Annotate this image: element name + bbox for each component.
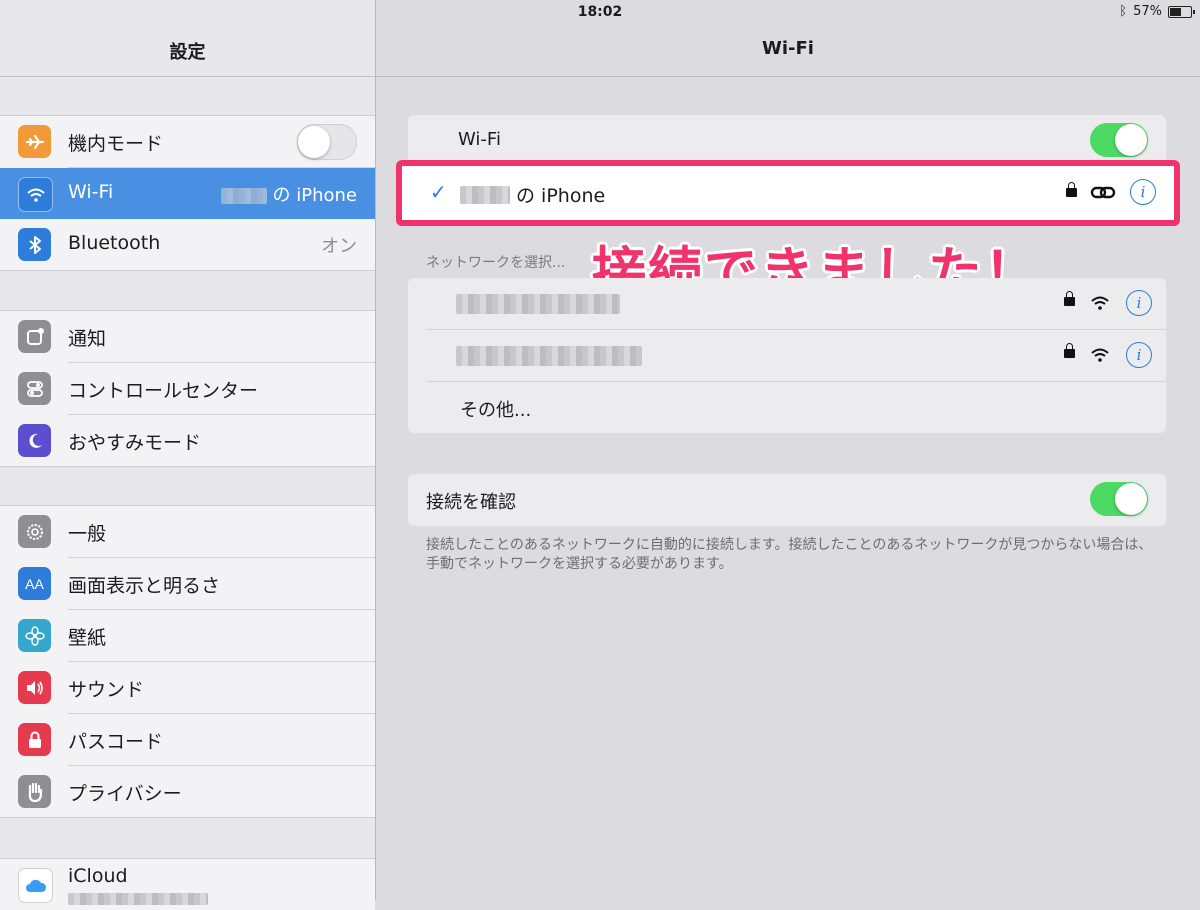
connected-network-info-button[interactable]: i xyxy=(1130,179,1156,205)
ask-to-join-label: 接続を確認 xyxy=(426,492,516,513)
notifications-icon xyxy=(18,320,51,353)
sidebar-item-label: パスコード xyxy=(68,731,164,753)
ask-to-join-card: 接続を確認 xyxy=(408,474,1166,526)
network-info-button[interactable]: i xyxy=(1126,342,1152,368)
redacted-name xyxy=(220,188,267,204)
page-title: Wi-Fi xyxy=(762,38,814,59)
sidebar-group-notifications: 通知 コントロールセンター おやすみモード xyxy=(0,310,375,467)
choose-network-caption: ネットワークを選択... xyxy=(426,255,566,271)
wifi-icon xyxy=(18,177,53,212)
sidebar-item-label: 通知 xyxy=(68,328,107,350)
sound-icon xyxy=(18,671,51,704)
airplane-icon xyxy=(18,125,51,158)
sidebar-group-connectivity: 機内モード Wi-Fi の iPhone Bluetooth オン xyxy=(0,115,375,271)
sidebar-title: 設定 xyxy=(169,42,206,63)
sidebar-item-icloud[interactable]: iCloud xyxy=(18,859,375,910)
sidebar-item-label: プライバシー xyxy=(68,783,182,805)
sidebar-item-bluetooth[interactable]: Bluetooth オン xyxy=(18,219,375,270)
other-network-row[interactable]: その他... xyxy=(426,382,1166,433)
bluetooth-icon xyxy=(18,228,51,261)
sidebar-item-label: サウンド xyxy=(68,679,145,701)
lock-icon xyxy=(18,723,51,756)
sidebar-item-label: コントロールセンター xyxy=(68,380,259,402)
display-icon: AA xyxy=(18,567,51,600)
sidebar-item-notifications[interactable]: 通知 xyxy=(18,311,375,363)
wifi-network-value: の iPhone xyxy=(220,181,357,207)
network-row[interactable]: i xyxy=(426,278,1166,330)
sidebar-item-wallpaper[interactable]: 壁紙 xyxy=(18,610,375,662)
network-list-card: i i その他... xyxy=(408,278,1166,433)
moon-icon xyxy=(18,424,51,457)
wifi-toggle[interactable] xyxy=(1090,123,1148,157)
ask-to-join-description: 接続したことのあるネットワークに自動的に接続します。接続したことのあるネットワー… xyxy=(426,537,1153,572)
sidebar-item-label: iCloud xyxy=(68,865,128,887)
sidebar-item-do-not-disturb[interactable]: おやすみモード xyxy=(18,415,375,466)
sidebar-item-control-center[interactable]: コントロールセンター xyxy=(18,363,375,415)
connected-network-label: の iPhone xyxy=(460,181,605,208)
connected-network-row[interactable]: ✓ の iPhone i xyxy=(396,160,1180,226)
gear-icon xyxy=(18,515,51,548)
other-network-label: その他... xyxy=(460,400,532,421)
sidebar-item-airplane-mode[interactable]: 機内モード xyxy=(18,116,375,168)
ask-to-join-row: 接続を確認 xyxy=(426,474,1166,525)
sidebar-header: 設定 xyxy=(0,26,375,77)
redacted-account xyxy=(68,893,208,905)
hand-icon xyxy=(18,775,51,808)
sidebar-item-display[interactable]: AA 画面表示と明るさ xyxy=(18,558,375,610)
sidebar-group-icloud: iCloud xyxy=(0,858,375,910)
wifi-toggle-row: Wi-Fi xyxy=(426,115,1166,166)
sidebar-item-passcode[interactable]: パスコード xyxy=(18,714,375,766)
wifi-toggle-label: Wi-Fi xyxy=(458,129,501,150)
sidebar-item-label: おやすみモード xyxy=(68,432,202,454)
airplane-mode-toggle[interactable] xyxy=(297,124,357,160)
redacted-name xyxy=(460,185,510,204)
lock-icon xyxy=(1064,291,1075,306)
settings-sidebar: 設定 機内モード Wi-Fi の iPhone Bluetooth オン 通知 … xyxy=(0,0,376,910)
ask-to-join-toggle[interactable] xyxy=(1090,482,1148,516)
checkmark-icon: ✓ xyxy=(430,180,447,204)
sidebar-item-privacy[interactable]: プライバシー xyxy=(18,766,375,817)
bluetooth-value: オン xyxy=(321,236,357,257)
control-center-icon xyxy=(18,372,51,405)
sidebar-item-general[interactable]: 一般 xyxy=(18,506,375,558)
sidebar-item-label: Wi-Fi xyxy=(68,181,114,203)
sidebar-item-label: 壁紙 xyxy=(68,627,107,649)
sidebar-item-label: Bluetooth xyxy=(68,232,161,254)
sidebar-item-label: 一般 xyxy=(68,523,107,545)
wifi-signal-icon xyxy=(1091,348,1109,362)
lock-icon xyxy=(1066,182,1077,197)
wallpaper-icon xyxy=(18,619,51,652)
network-row[interactable]: i xyxy=(426,330,1166,382)
wifi-signal-icon xyxy=(1091,296,1109,310)
redacted-network-name xyxy=(456,346,642,366)
wifi-settings-panel: Wi-Fi Wi-Fi xyxy=(376,0,1200,900)
personal-hotspot-link-icon xyxy=(1090,186,1116,199)
icloud-icon xyxy=(18,868,53,903)
sidebar-group-general: 一般 AA 画面表示と明るさ 壁紙 サウンド パスコード プライバシー xyxy=(0,505,375,818)
sidebar-item-label: 機内モード xyxy=(68,133,164,155)
network-info-button[interactable]: i xyxy=(1126,290,1152,316)
sidebar-item-wifi[interactable]: Wi-Fi の iPhone xyxy=(0,168,375,219)
redacted-network-name xyxy=(456,294,620,314)
sidebar-item-sounds[interactable]: サウンド xyxy=(18,662,375,714)
content-header: Wi-Fi xyxy=(376,26,1200,77)
lock-icon xyxy=(1064,343,1075,358)
sidebar-item-label: 画面表示と明るさ xyxy=(68,575,221,597)
